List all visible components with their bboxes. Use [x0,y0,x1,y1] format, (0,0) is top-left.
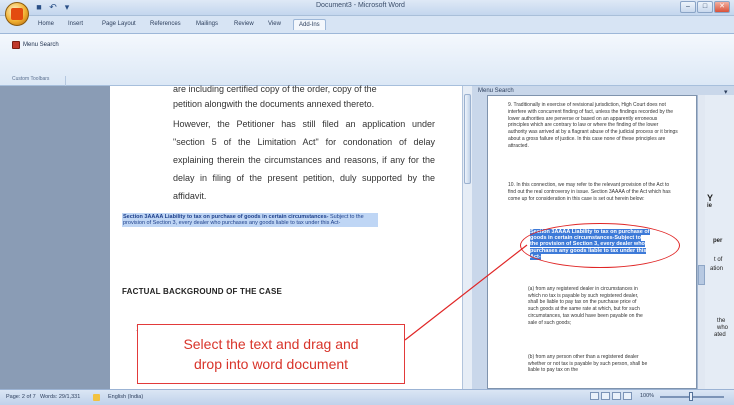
word-count[interactable]: Words: 29/1,331 [40,394,80,400]
callout-line-2: drop into word document [193,356,349,372]
page-indicator[interactable]: Page: 2 of 7 [6,394,36,400]
print-layout-icon[interactable] [590,392,599,400]
zoom-slider-thumb[interactable] [689,392,693,401]
outline-icon[interactable] [623,392,632,400]
instruction-callout: Select the text and drag and drop into w… [137,324,405,384]
view-buttons [590,392,632,400]
web-layout-icon[interactable] [612,392,621,400]
office-logo-icon [11,8,23,20]
callout-line-1: Select the text and drag and [183,336,359,352]
office-button[interactable] [5,2,29,26]
language-indicator[interactable]: English (India) [108,394,143,400]
zoom-level[interactable]: 100% [640,393,654,399]
proofing-icon[interactable] [93,394,100,401]
full-screen-icon[interactable] [601,392,610,400]
